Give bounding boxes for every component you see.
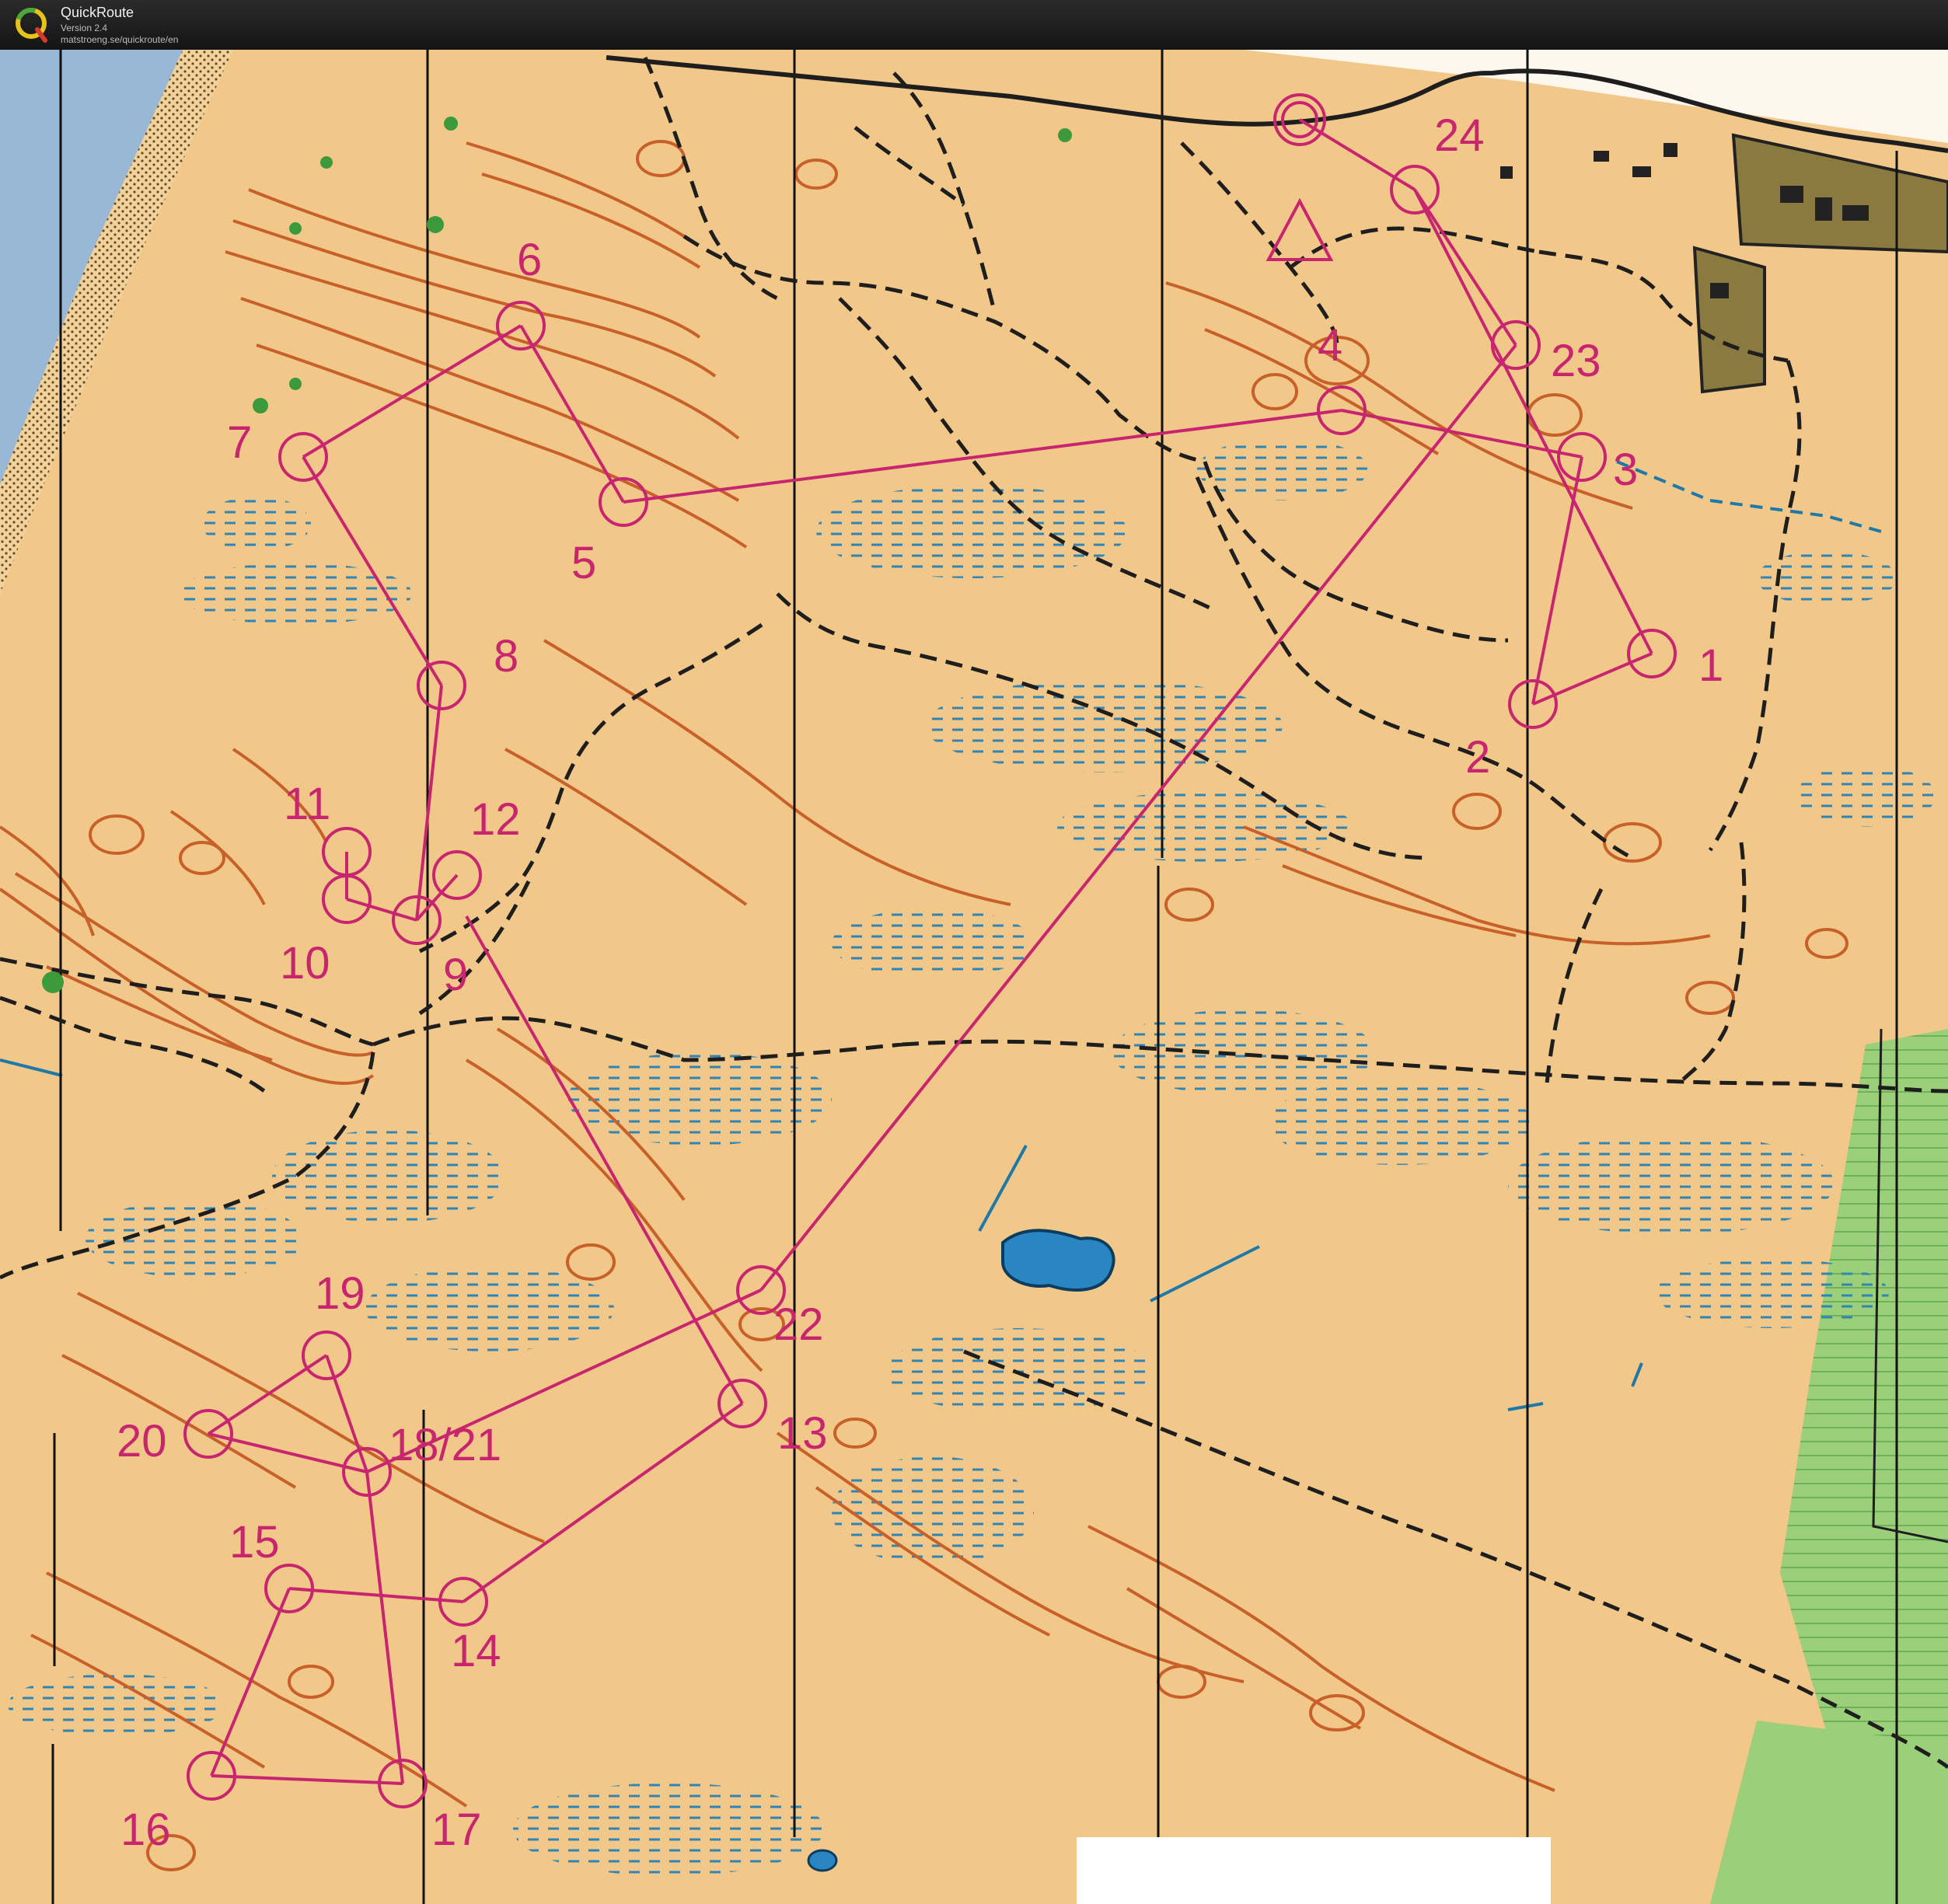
control-label: 4 <box>1318 320 1342 371</box>
control-label: 23 <box>1551 336 1601 386</box>
orienteering-map[interactable]: 1 2 3 4 5 6 7 8 9 10 11 12 13 14 15 16 1… <box>0 50 1948 1904</box>
control-label: 2 <box>1465 732 1490 783</box>
app-version: Version 2.4 <box>61 23 108 33</box>
control-label: 5 <box>571 538 596 588</box>
map-viewport[interactable]: 1 2 3 4 5 6 7 8 9 10 11 12 13 14 15 16 1… <box>0 50 1948 1904</box>
control-label: 12 <box>470 794 521 845</box>
control-label: 20 <box>117 1416 167 1466</box>
control-label: 22 <box>773 1299 824 1350</box>
white-empty-box <box>1077 1837 1551 1904</box>
control-label: 9 <box>443 950 468 1000</box>
lake-main <box>1001 1229 1115 1292</box>
control-label: 16 <box>120 1805 171 1855</box>
app-url[interactable]: matstroeng.se/quickroute/en <box>61 34 178 45</box>
control-label: 24 <box>1434 110 1485 161</box>
control-label: 13 <box>777 1408 828 1459</box>
control-label: 1 <box>1698 640 1723 691</box>
control-label: 10 <box>280 938 330 989</box>
settlement-area-2 <box>1692 246 1766 394</box>
pond-south <box>807 1849 838 1872</box>
control-label: 15 <box>229 1517 280 1567</box>
control-label: 8 <box>494 631 518 682</box>
control-label: 14 <box>451 1626 501 1676</box>
app-name: QuickRoute <box>61 5 134 20</box>
control-label: 6 <box>517 235 542 285</box>
quickroute-logo-icon <box>16 8 47 43</box>
control-label: 17 <box>431 1805 482 1855</box>
control-label: 19 <box>315 1268 365 1319</box>
control-label: 18/21 <box>389 1420 501 1470</box>
control-label: 7 <box>227 417 252 468</box>
control-label: 11 <box>284 779 330 829</box>
app-title-bar: QuickRoute Version 2.4 matstroeng.se/qui… <box>0 0 1948 51</box>
control-label: 3 <box>1613 445 1638 495</box>
